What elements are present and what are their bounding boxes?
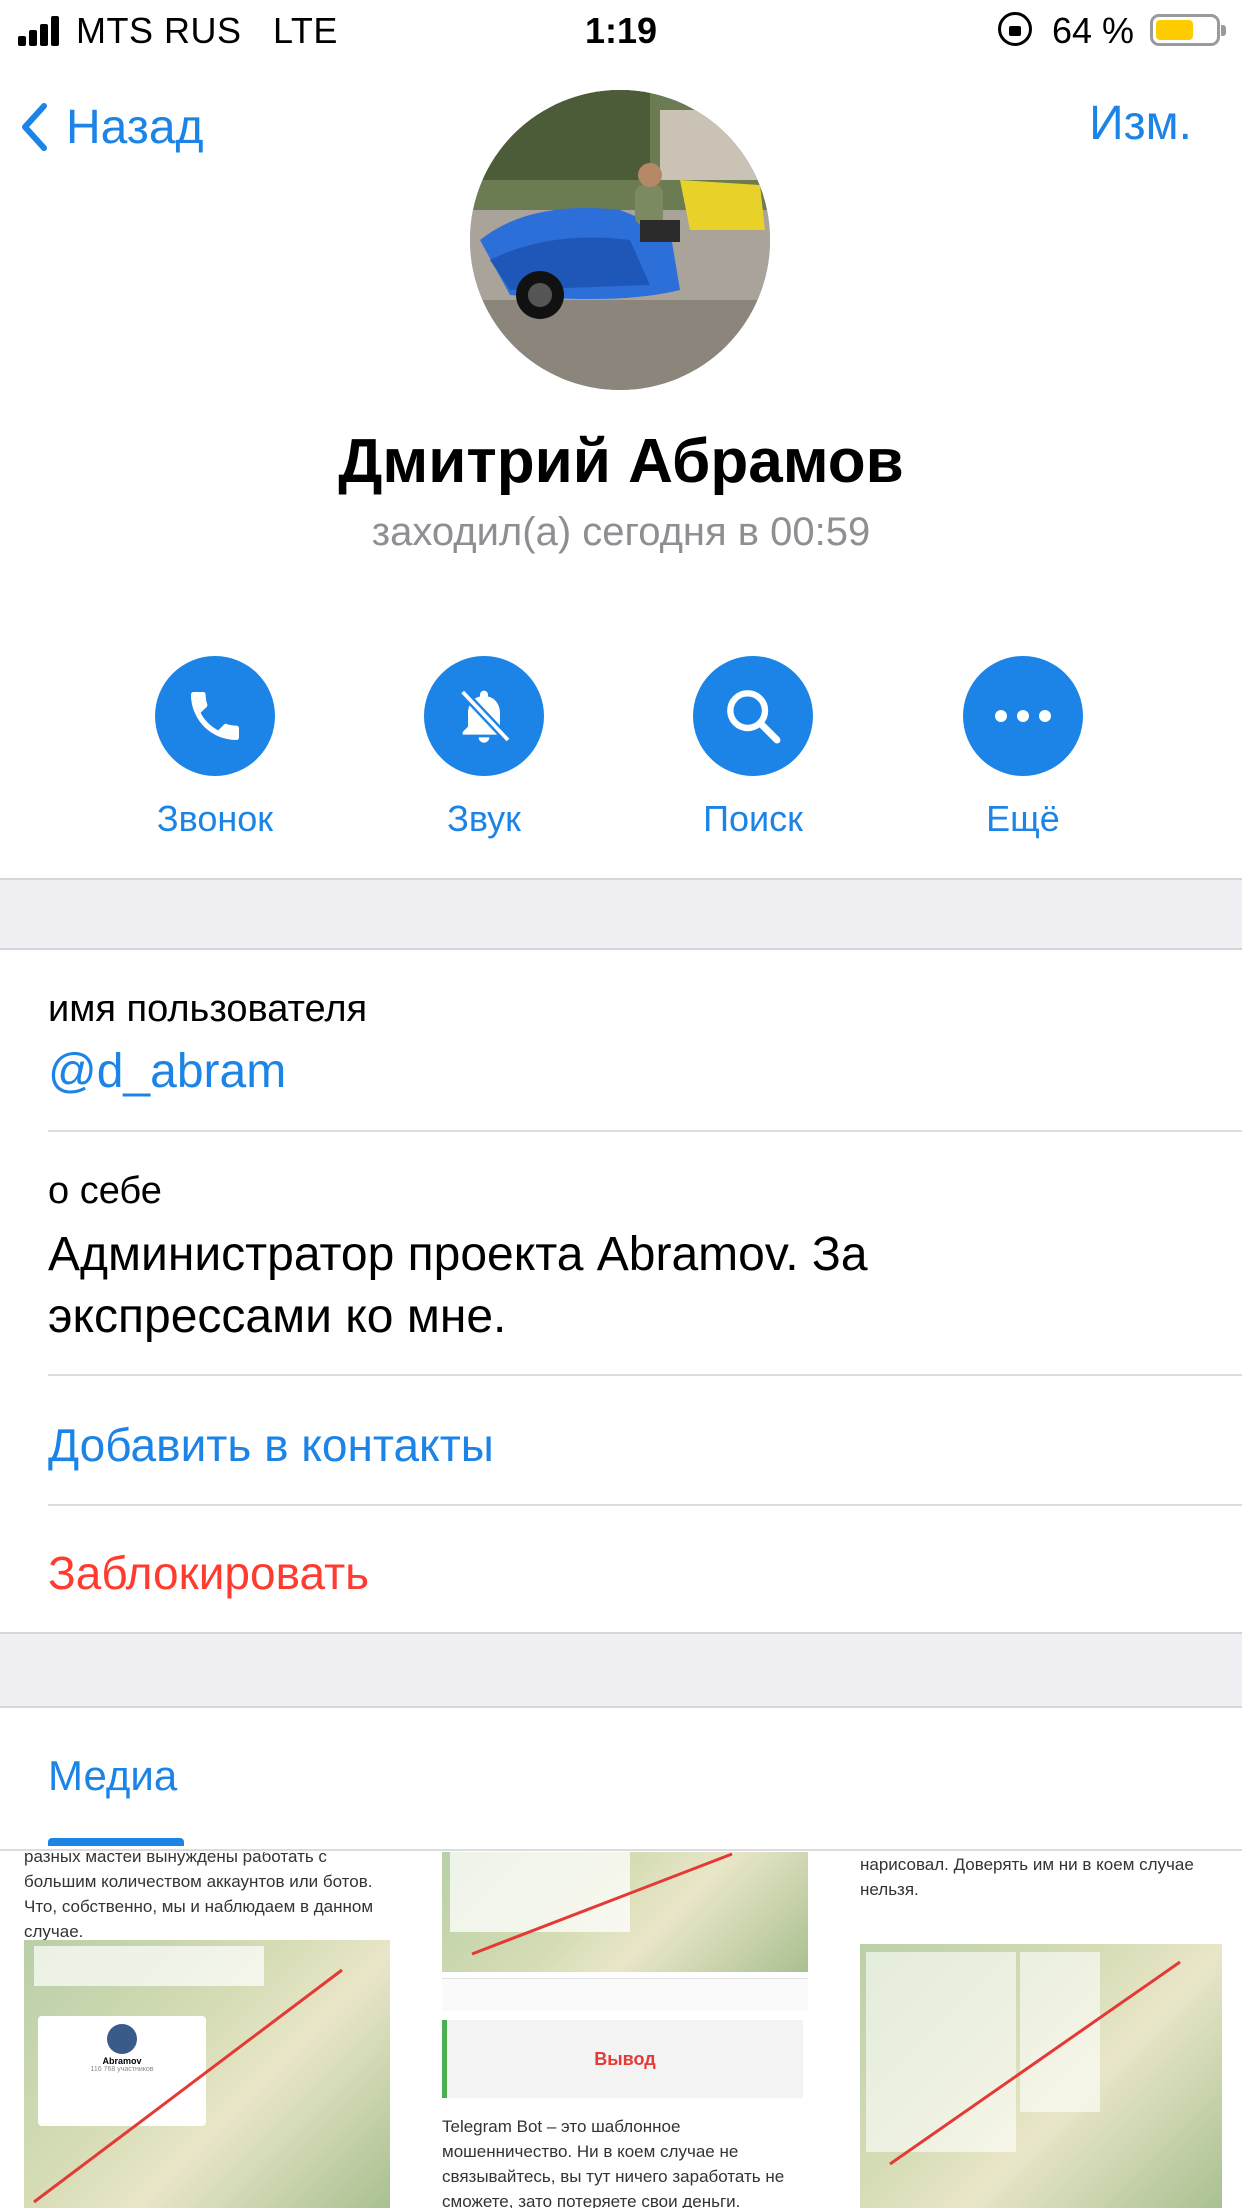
call-label: Звонок [156, 798, 274, 839]
media-thumbnail[interactable]: нарисовал. Доверять им ни в коем случае … [836, 1852, 1242, 2208]
status-bar: MTS RUS LTE 1:19 64 % [0, 0, 1242, 62]
media-tab-indicator [48, 1838, 184, 1846]
media-thumbnail[interactable]: разных мастей вынуждены работать с больш… [0, 1852, 412, 2208]
more-dots-icon [995, 710, 1051, 722]
media-tab[interactable]: Медиа [48, 1752, 177, 1800]
thumb-input-bar [442, 1978, 808, 2011]
divider [48, 1374, 1242, 1376]
search-label: Поиск [703, 798, 803, 839]
carrier-name: MTS RUS [76, 10, 242, 51]
section-separator [0, 1632, 1242, 1708]
section-separator [0, 878, 1242, 950]
orientation-lock-icon [998, 12, 1032, 46]
more-button[interactable]: Ещё [923, 656, 1123, 840]
thumb-text: разных мастей вынуждены работать с больш… [24, 1852, 374, 1941]
strike-line [889, 1960, 1181, 2166]
divider [48, 1130, 1242, 1132]
phone-icon [191, 692, 239, 740]
mute-label: Звук [447, 798, 521, 839]
thumb-callout: Вывод [442, 2020, 803, 2098]
call-button[interactable]: Звонок [115, 656, 315, 840]
media-thumbnail[interactable]: Вывод Telegram Bot – это шаблонное мошен… [418, 1852, 830, 2208]
strike-line [471, 1852, 733, 1956]
edit-button[interactable]: Изм. [1089, 96, 1192, 151]
thumb-text: нарисовал. Доверять им ни в коем случае … [860, 1855, 1194, 1899]
avatar[interactable] [470, 90, 770, 390]
divider [48, 1504, 1242, 1506]
profile-name: Дмитрий Абрамов [338, 427, 904, 496]
thumb-screenshot [442, 1852, 808, 1972]
signal-icon [18, 16, 68, 46]
battery-percent: 64 % [1052, 10, 1135, 51]
about-value: Администратор проекта Abramov. За экспре… [48, 1228, 868, 1343]
battery-icon [1150, 14, 1226, 46]
strike-line [33, 1968, 343, 2204]
block-button[interactable]: Заблокировать [48, 1546, 369, 1600]
thumb-text: Telegram Bot – это шаблонное мошенничест… [442, 2117, 785, 2208]
add-contact-button[interactable]: Добавить в контакты [48, 1418, 494, 1472]
bell-muted-icon [459, 689, 512, 743]
network-type: LTE [273, 10, 338, 51]
thumb-screenshot: Abramov 116 768 участников [24, 1940, 390, 2208]
last-seen-status: заходил(а) сегодня в 00:59 [371, 510, 871, 554]
search-button-circle [693, 656, 813, 776]
divider [0, 1849, 1242, 1851]
avatar-photo [470, 90, 770, 390]
carrier-label: MTS RUS LTE [76, 10, 338, 52]
battery-fill [1156, 20, 1193, 40]
mute-button[interactable]: Звук [384, 656, 584, 840]
about-label: о себе [48, 1170, 162, 1212]
username-label: имя пользователя [48, 988, 368, 1030]
back-button[interactable]: Назад [20, 92, 204, 162]
call-button-circle [155, 656, 275, 776]
back-label: Назад [66, 100, 204, 154]
chevron-left-icon [22, 103, 47, 151]
more-button-circle [963, 656, 1083, 776]
thumb-screenshot [860, 1924, 1222, 2208]
mute-button-circle [424, 656, 544, 776]
search-icon [727, 690, 781, 744]
username-value[interactable]: @d_abram [48, 1044, 286, 1099]
search-button[interactable]: Поиск [653, 656, 853, 840]
more-label: Ещё [986, 798, 1060, 839]
